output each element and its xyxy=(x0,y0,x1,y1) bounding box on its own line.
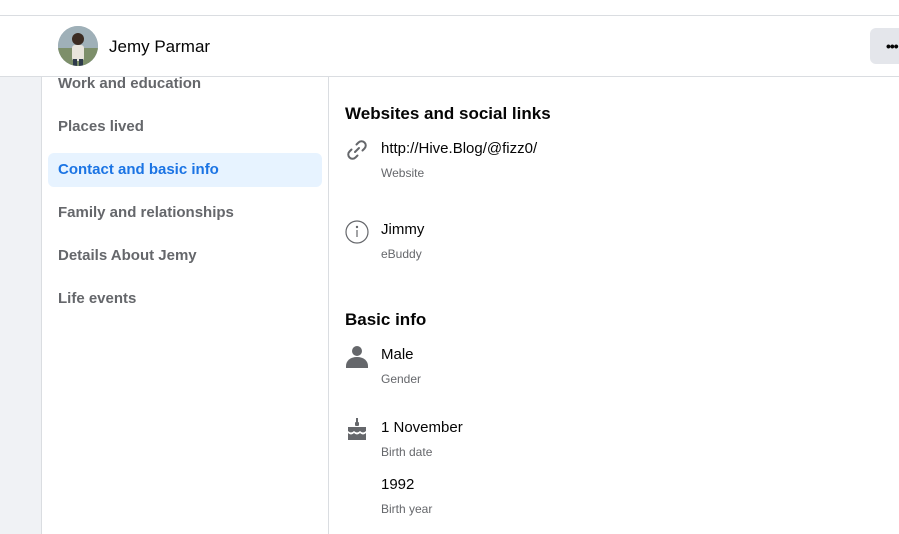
ebuddy-value: Jimmy xyxy=(381,221,425,238)
sidebar-item-details-about[interactable]: Details About Jemy xyxy=(48,239,322,273)
gender-value: Male xyxy=(381,346,414,363)
link-icon xyxy=(345,138,369,162)
ebuddy-label: eBuddy xyxy=(381,247,422,261)
person-icon xyxy=(345,344,369,368)
birth-year-value: 1992 xyxy=(381,476,415,493)
sidebar-item-life-events[interactable]: Life events xyxy=(48,282,322,316)
website-label: Website xyxy=(381,166,425,180)
avatar[interactable] xyxy=(58,26,98,66)
about-sidebar: Work and education Places lived Contact … xyxy=(42,75,329,534)
sidebar-item-contact-and-basic-info[interactable]: Contact and basic info xyxy=(48,153,322,187)
gender-label: Gender xyxy=(381,372,422,386)
website-value[interactable]: http://Hive.Blog/@fizz0/ xyxy=(381,140,537,157)
sidebar-item-family-and-relationships[interactable]: Family and relationships xyxy=(48,196,322,230)
browser-top-bar xyxy=(0,0,899,16)
birth-date-label: Birth date xyxy=(381,445,433,459)
profile-name[interactable]: Jemy Parmar xyxy=(109,37,210,57)
websites-section-title: Websites and social links xyxy=(345,104,551,123)
info-icon xyxy=(345,220,369,244)
sidebar-item-places-lived[interactable]: Places lived xyxy=(48,110,322,144)
more-options-button[interactable]: ••• xyxy=(870,28,899,64)
about-content: Websites and social links http://Hive.Bl… xyxy=(329,77,899,534)
birth-year-label: Birth year xyxy=(381,502,433,516)
basic-info-section-title: Basic info xyxy=(345,310,427,329)
birth-date-value: 1 November xyxy=(381,419,463,436)
sidebar-item-work-and-education[interactable]: Work and education xyxy=(48,67,322,101)
left-gutter xyxy=(0,77,42,534)
birthday-cake-icon xyxy=(345,417,369,441)
